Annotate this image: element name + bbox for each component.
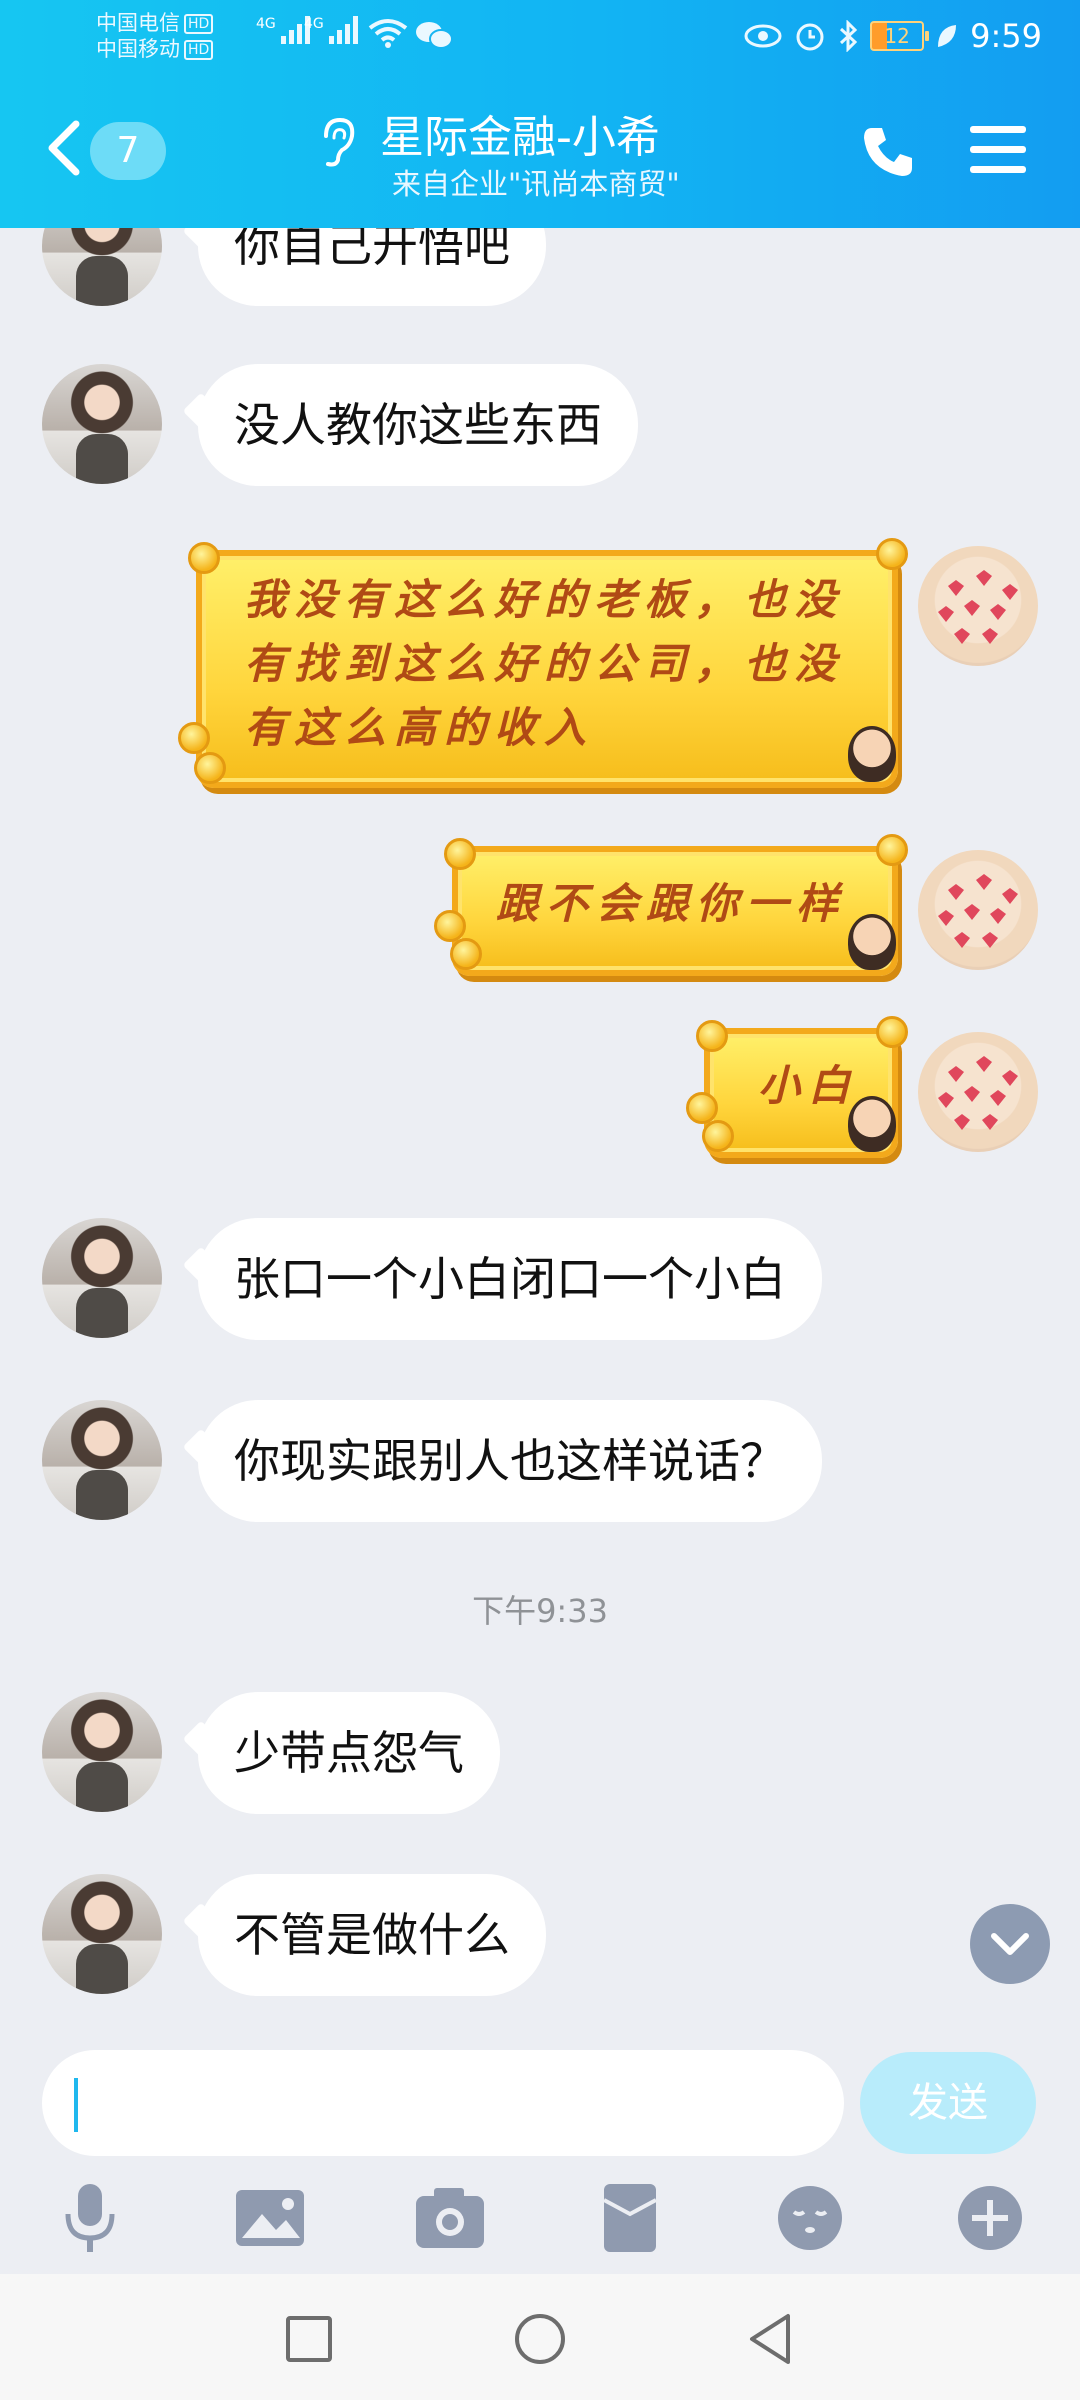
contact-avatar[interactable]: [42, 1874, 162, 1994]
message-timestamp: 下午9:33: [472, 1592, 608, 1630]
system-nav-bar: [0, 2274, 1080, 2400]
chat-title[interactable]: 星际金融-小希: [380, 104, 660, 172]
message-bubble-left[interactable]: 少带点怨气: [198, 1692, 500, 1814]
text-caret: [74, 2078, 78, 2132]
chat-header: 中国电信 HD 中国移动 HD 4G 4G 12 9:59 7 星际金融-小希 …: [0, 0, 1080, 228]
message-bubble-left[interactable]: 没人教你这些东西: [198, 364, 638, 486]
message-bubble-left[interactable]: 你自己开悟吧: [198, 228, 546, 306]
wifi-icon: [368, 19, 408, 48]
contact-avatar[interactable]: [42, 228, 162, 306]
message-list[interactable]: 你自己开悟吧 没人教你这些东西 我没有这么好的老板，也没 有找到这么好的公司，也…: [0, 228, 1080, 2038]
scroll-to-bottom-button[interactable]: [970, 1904, 1050, 1984]
message-bubble-left[interactable]: 你现实跟别人也这样说话？: [198, 1400, 822, 1522]
message-line: 我没有这么好的老板，也没: [244, 575, 845, 624]
contact-avatar[interactable]: [42, 1218, 162, 1338]
leaf-icon: [938, 25, 957, 47]
unread-count-badge[interactable]: 7: [90, 122, 166, 180]
image-icon[interactable]: [230, 2178, 310, 2258]
message-bubble-right-gold[interactable]: 跟不会跟你一样: [434, 834, 908, 976]
status-time: 9:59: [970, 17, 1042, 55]
signal-icon-2: 4G: [304, 16, 361, 44]
message-bubble-left[interactable]: 不管是做什么: [198, 1874, 546, 1996]
contact-avatar[interactable]: [42, 1400, 162, 1520]
battery-icon: 12: [870, 21, 930, 51]
my-avatar[interactable]: [918, 850, 1038, 970]
decor-face-icon: [848, 726, 896, 782]
heart-pattern-icon: [938, 570, 1018, 644]
carrier-2: 中国移动: [96, 37, 180, 61]
microphone-icon[interactable]: [50, 2178, 130, 2258]
heart-pattern-icon: [938, 1056, 1018, 1130]
nav-triangle-icon[interactable]: [736, 2304, 806, 2374]
contact-avatar[interactable]: [42, 1692, 162, 1812]
nav-square-icon[interactable]: [274, 2304, 344, 2374]
back-icon[interactable]: [44, 118, 84, 178]
message-text: 小白: [758, 1061, 859, 1110]
camera-icon[interactable]: [410, 2178, 490, 2258]
ear-icon[interactable]: [316, 116, 358, 168]
contact-avatar[interactable]: [42, 364, 162, 484]
nav-circle-icon[interactable]: [505, 2304, 575, 2374]
send-button[interactable]: 发送: [860, 2052, 1036, 2154]
message-bubble-left[interactable]: 张口一个小白闭口一个小白: [198, 1218, 822, 1340]
carrier-info: 中国电信 HD 中国移动 HD: [96, 10, 214, 62]
status-right: 12 9:59: [744, 16, 1042, 56]
hd-badge-2: HD: [184, 40, 214, 60]
network-type-1: 4G: [256, 16, 276, 32]
status-bar: 中国电信 HD 中国移动 HD 4G 4G 12 9:59: [0, 0, 1080, 72]
message-line: 有这么高的收入: [244, 703, 595, 752]
alarm-icon: [796, 23, 824, 51]
message-text: 跟不会跟你一样: [496, 879, 847, 928]
wechat-icon: [416, 22, 453, 49]
message-bubble-right-gold[interactable]: 小白: [686, 1016, 908, 1158]
chevron-down-icon: [991, 1933, 1029, 1955]
network-type-2: 4G: [304, 16, 324, 32]
hd-badge-1: HD: [184, 14, 214, 34]
menu-icon[interactable]: [970, 124, 1026, 176]
decor-face-icon: [848, 914, 896, 970]
red-packet-icon[interactable]: [590, 2178, 670, 2258]
heart-pattern-icon: [938, 874, 1018, 948]
message-bubble-right-gold[interactable]: 我没有这么好的老板，也没 有找到这么好的公司，也没 有这么高的收入: [178, 538, 908, 788]
bluetooth-icon: [840, 20, 858, 52]
plus-icon[interactable]: [950, 2178, 1030, 2258]
message-input[interactable]: [42, 2050, 844, 2156]
my-avatar[interactable]: [918, 1032, 1038, 1152]
emoji-icon[interactable]: [770, 2178, 850, 2258]
phone-icon[interactable]: [860, 124, 916, 180]
message-line: 有找到这么好的公司，也没: [244, 639, 845, 688]
chat-subtitle: 来自企业"讯尚本商贸": [392, 167, 680, 201]
composer: 发送: [0, 2038, 1080, 2274]
my-avatar[interactable]: [918, 546, 1038, 666]
carrier-1: 中国电信: [96, 11, 180, 35]
toolbar: [0, 2178, 1080, 2268]
eye-icon: [744, 24, 782, 48]
